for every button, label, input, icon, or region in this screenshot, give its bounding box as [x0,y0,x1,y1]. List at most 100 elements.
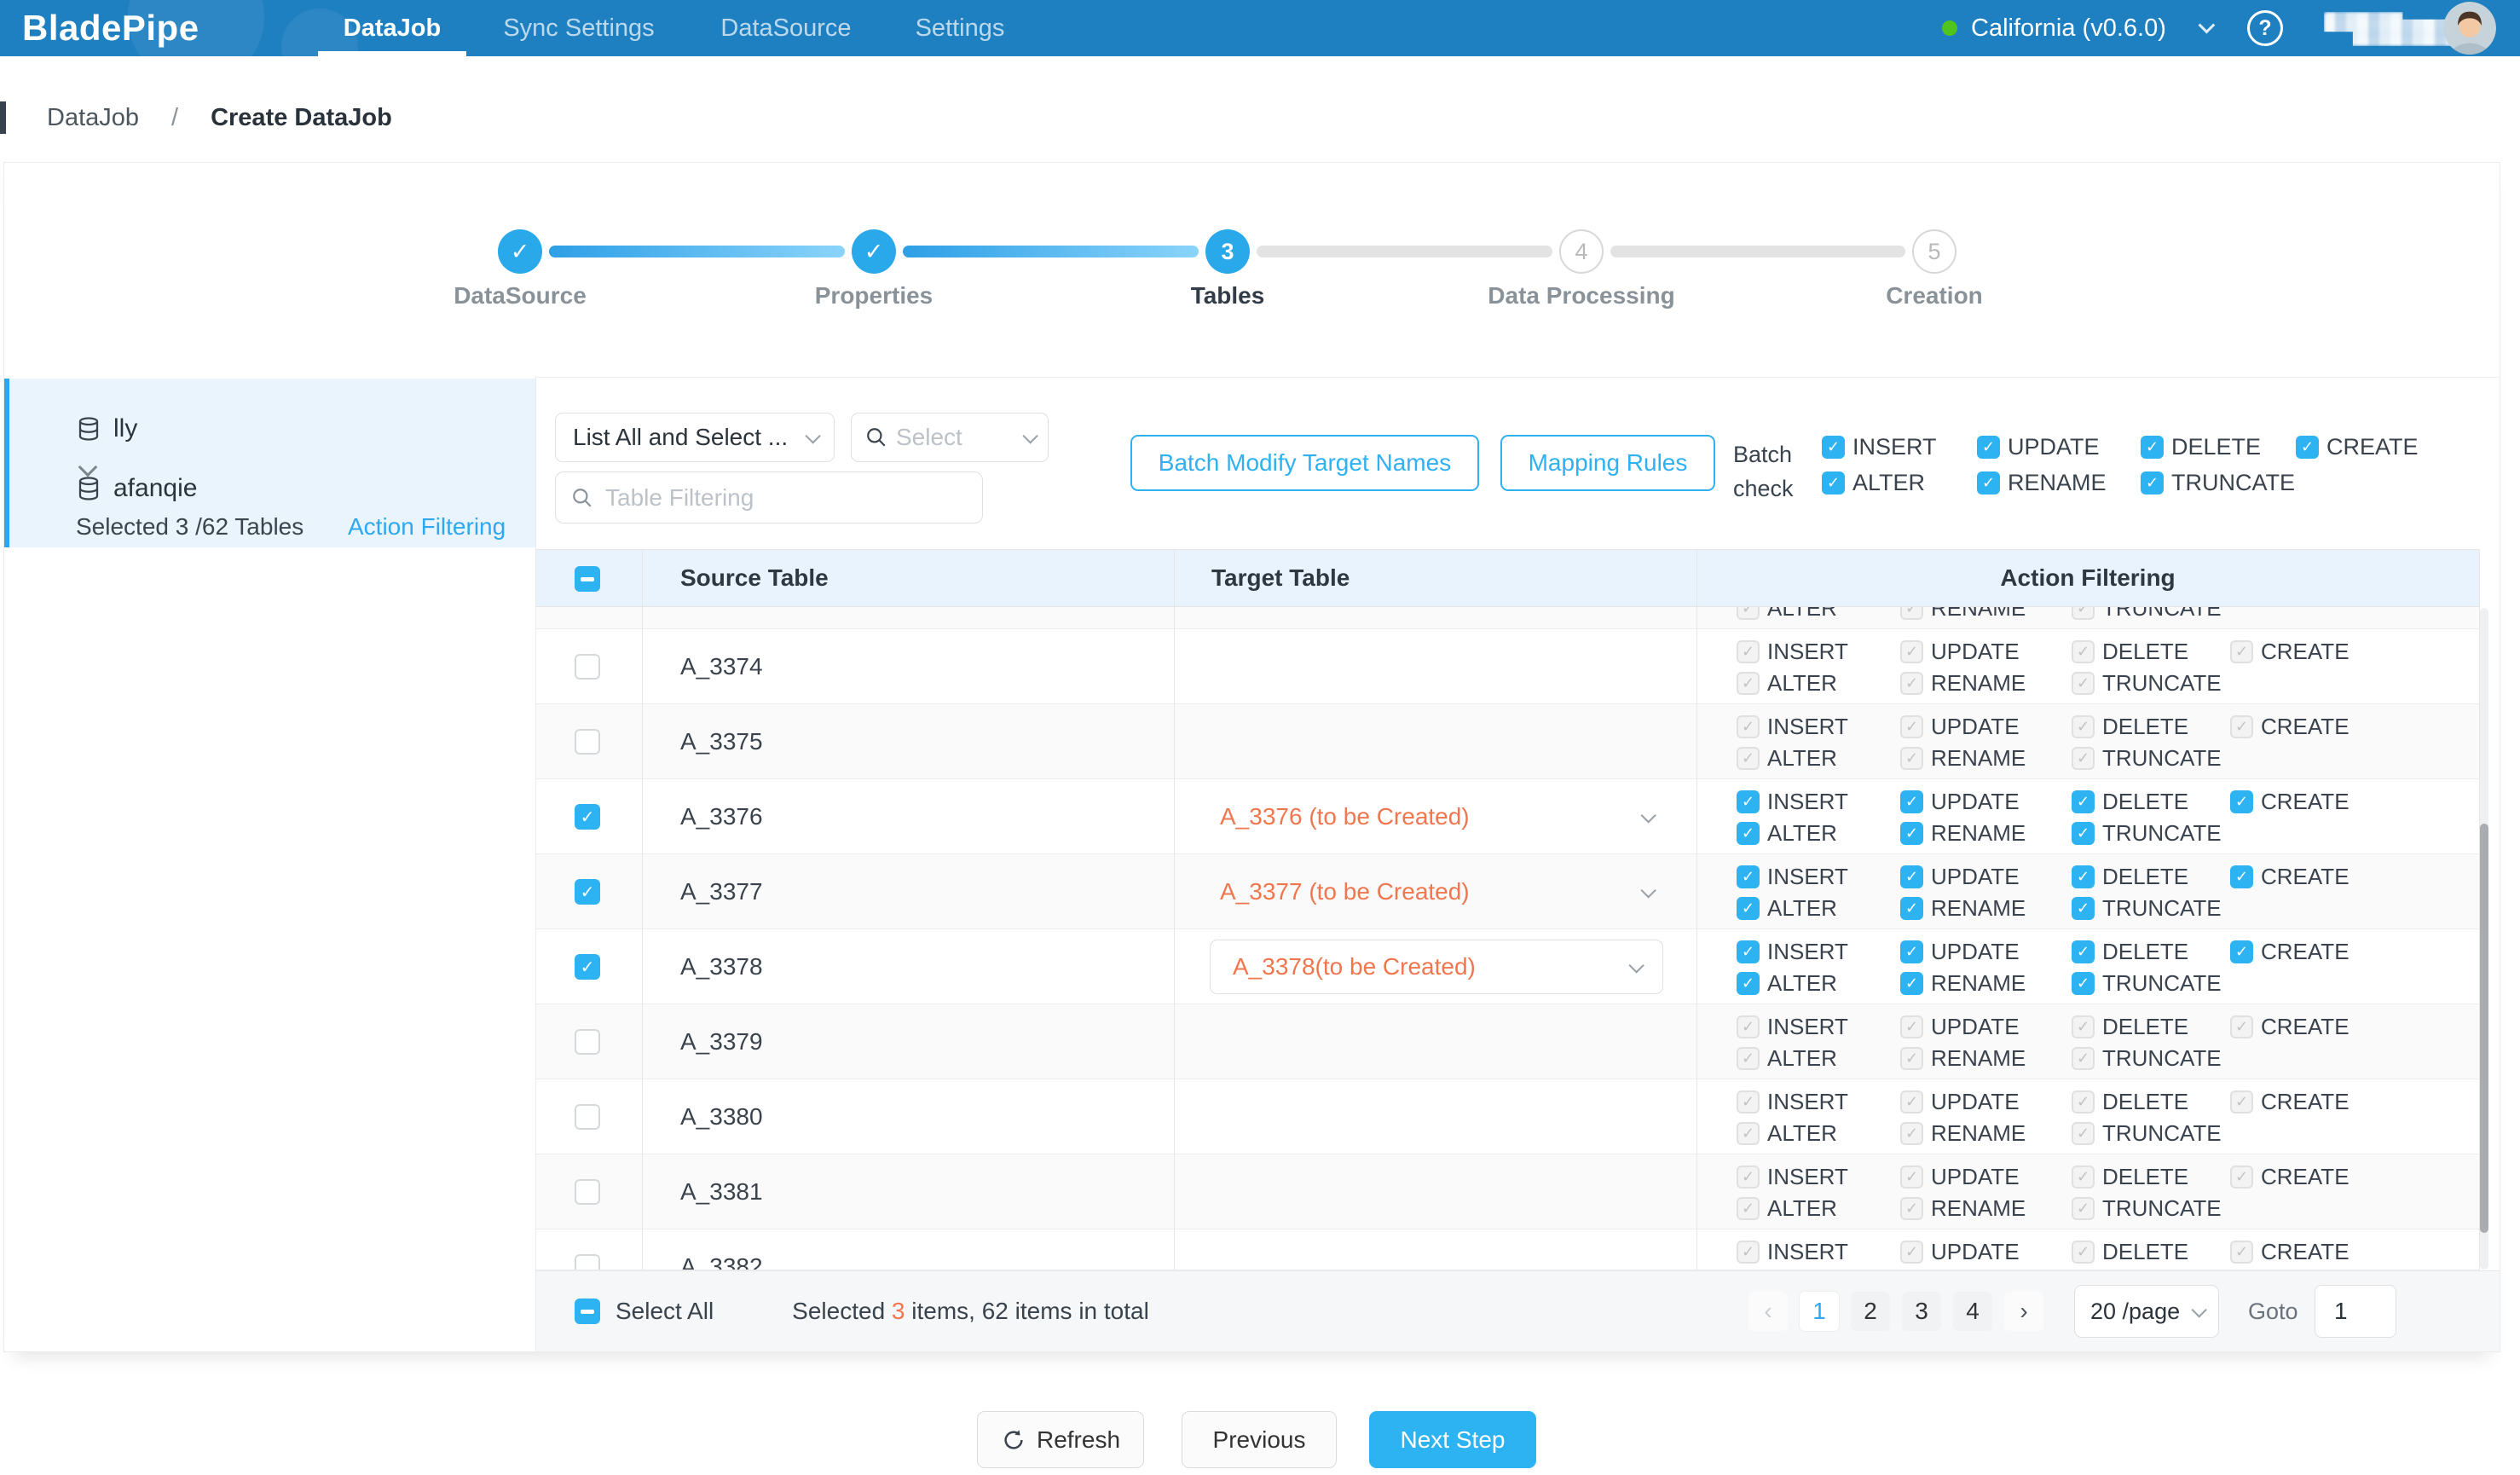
action-rename[interactable]: ✓RENAME [1900,820,2072,846]
checkbox[interactable] [575,654,600,680]
refresh-button[interactable]: Refresh [977,1411,1144,1468]
source-database-row[interactable]: lly [76,414,137,443]
page-button-3[interactable]: 3 [1902,1292,1941,1331]
action-update[interactable]: ✓UPDATE [1900,864,2072,889]
checkbox[interactable] [575,1029,600,1055]
checkbox[interactable] [575,1254,600,1270]
checkbox[interactable]: ✓ [1737,790,1760,813]
checkbox[interactable]: ✓ [2072,790,2095,813]
checkbox[interactable]: ✓ [2072,940,2095,963]
action-delete[interactable]: ✓DELETE [2072,939,2230,964]
checkbox[interactable]: ✓ [1900,940,1923,963]
action-delete[interactable]: ✓DELETE [2072,864,2230,889]
checkbox[interactable]: ✓ [1822,471,1845,495]
action-insert[interactable]: ✓INSERT [1737,939,1900,964]
checkbox[interactable]: ✓ [1737,822,1760,845]
checkbox[interactable]: ✓ [2230,940,2253,963]
batch-action-alter[interactable]: ✓ALTER [1822,470,1977,495]
nav-item-datasource[interactable]: DataSource [696,0,876,56]
checkbox[interactable]: ✓ [2230,865,2253,888]
action-filtering-link[interactable]: Action Filtering [348,513,506,541]
checkbox[interactable]: ✓ [575,804,600,830]
checkbox[interactable]: ✓ [2072,972,2095,995]
select-all-checkbox[interactable] [575,1299,600,1324]
checkbox[interactable]: ✓ [1737,940,1760,963]
nav-item-datajob[interactable]: DataJob [318,0,466,56]
nav-item-sync-settings[interactable]: Sync Settings [477,0,681,56]
goto-page-input[interactable] [2315,1285,2396,1338]
checkbox[interactable]: ✓ [1737,865,1760,888]
action-alter[interactable]: ✓ALTER [1737,970,1900,996]
action-truncate[interactable]: ✓TRUNCATE [2072,970,2230,996]
checkbox[interactable]: ✓ [1977,471,2000,495]
checkbox[interactable]: ✓ [1737,897,1760,920]
action-create[interactable]: ✓CREATE [2230,939,2349,964]
help-icon[interactable]: ? [2247,10,2283,46]
action-rename[interactable]: ✓RENAME [1900,895,2072,921]
table-filter-field[interactable] [555,471,983,523]
checkbox[interactable] [575,1179,600,1205]
checkbox[interactable]: ✓ [1822,436,1845,459]
brand-logo[interactable]: BladePipe [22,0,199,56]
page-size-select[interactable]: 20 /page [2074,1285,2219,1338]
action-insert[interactable]: ✓INSERT [1737,864,1900,889]
target-table-name[interactable]: A_3377 (to be Created) [1220,854,1470,929]
action-create[interactable]: ✓CREATE [2230,789,2349,814]
environment-selector[interactable]: California (v0.6.0) [1971,0,2166,56]
checkbox[interactable]: ✓ [2230,790,2253,813]
checkbox[interactable]: ✓ [2072,822,2095,845]
checkbox[interactable]: ✓ [1900,972,1923,995]
checkbox[interactable]: ✓ [575,879,600,905]
checkbox[interactable]: ✓ [1900,897,1923,920]
checkbox[interactable] [575,1104,600,1130]
action-create[interactable]: ✓CREATE [2230,864,2349,889]
action-update[interactable]: ✓UPDATE [1900,789,2072,814]
action-alter[interactable]: ✓ALTER [1737,895,1900,921]
table-filter-input[interactable] [604,483,967,512]
scrollbar-thumb[interactable] [2480,824,2488,1233]
checkbox[interactable]: ✓ [1737,972,1760,995]
checkbox[interactable]: ✓ [2072,865,2095,888]
previous-button[interactable]: Previous [1182,1411,1337,1468]
checkbox[interactable]: ✓ [2141,471,2164,495]
page-button-2[interactable]: 2 [1851,1292,1890,1331]
checkbox[interactable]: ✓ [2072,897,2095,920]
batch-action-rename[interactable]: ✓RENAME [1977,470,2141,495]
batch-action-update[interactable]: ✓UPDATE [1977,434,2141,460]
pager-next-button[interactable]: › [2004,1292,2043,1331]
checkbox[interactable]: ✓ [1977,436,2000,459]
target-table-name[interactable]: A_3376 (to be Created) [1220,779,1470,854]
action-alter[interactable]: ✓ALTER [1737,820,1900,846]
checkbox[interactable]: ✓ [1900,865,1923,888]
target-database-row[interactable]: afanqie [76,474,197,503]
page-button-1[interactable]: 1 [1800,1292,1839,1331]
target-table-select[interactable]: A_3378(to be Created) [1210,940,1663,994]
action-update[interactable]: ✓UPDATE [1900,939,2072,964]
action-truncate[interactable]: ✓TRUNCATE [2072,820,2230,846]
checkbox[interactable]: ✓ [2141,436,2164,459]
checkbox[interactable]: ✓ [1900,822,1923,845]
avatar[interactable] [2443,2,2496,55]
batch-modify-target-names-button[interactable]: Batch Modify Target Names [1130,435,1479,491]
batch-action-truncate[interactable]: ✓TRUNCATE [2141,470,2296,495]
batch-action-create[interactable]: ✓CREATE [2296,434,2419,460]
selected-schema-card[interactable]: lly afanqie Selected 3 /62 Tables Action… [4,379,535,547]
mapping-rules-button[interactable]: Mapping Rules [1500,435,1715,491]
checkbox[interactable]: ✓ [1900,790,1923,813]
checkbox[interactable]: ✓ [2296,436,2319,459]
page-button-4[interactable]: 4 [1953,1292,1992,1331]
batch-action-insert[interactable]: ✓INSERT [1822,434,1977,460]
action-delete[interactable]: ✓DELETE [2072,789,2230,814]
action-truncate[interactable]: ✓TRUNCATE [2072,895,2230,921]
select-all-header-checkbox[interactable] [575,566,600,592]
nav-item-settings[interactable]: Settings [892,0,1028,56]
checkbox[interactable] [575,729,600,755]
checkbox[interactable]: ✓ [575,954,600,980]
action-rename[interactable]: ✓RENAME [1900,970,2072,996]
breadcrumb-parent[interactable]: DataJob [47,104,139,132]
schema-select[interactable]: Select [851,413,1049,462]
list-mode-select[interactable]: List All and Select ... [555,413,835,462]
batch-action-delete[interactable]: ✓DELETE [2141,434,2296,460]
action-insert[interactable]: ✓INSERT [1737,789,1900,814]
next-step-button[interactable]: Next Step [1369,1411,1536,1468]
